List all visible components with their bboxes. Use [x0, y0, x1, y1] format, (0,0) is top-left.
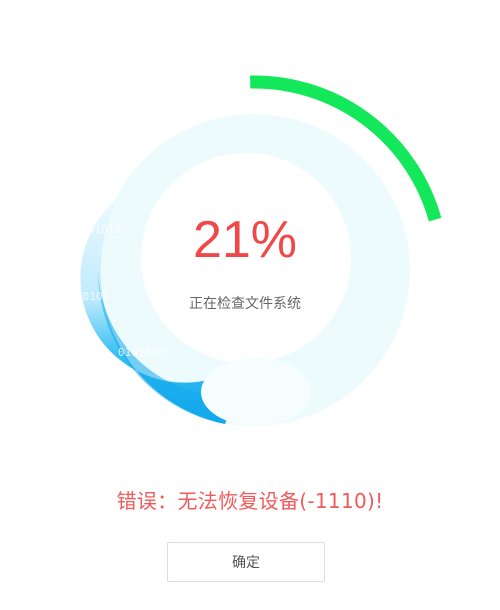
- binary-label-1: 01010: [88, 223, 121, 236]
- error-message: 错误：无法恢复设备(-1110)!: [116, 489, 384, 513]
- confirm-button[interactable]: 确定: [167, 542, 325, 582]
- recovery-progress-screen: 01010 10101 01010101 21% 正在检查文件系统 错误：无法恢…: [0, 0, 500, 610]
- ring-bubble: [201, 358, 311, 426]
- binary-label-3: 01010101: [118, 346, 171, 359]
- progress-status-text: 正在检查文件系统: [189, 296, 301, 312]
- binary-label-2: 10101: [76, 290, 109, 303]
- progress-percent: 21%: [192, 211, 298, 269]
